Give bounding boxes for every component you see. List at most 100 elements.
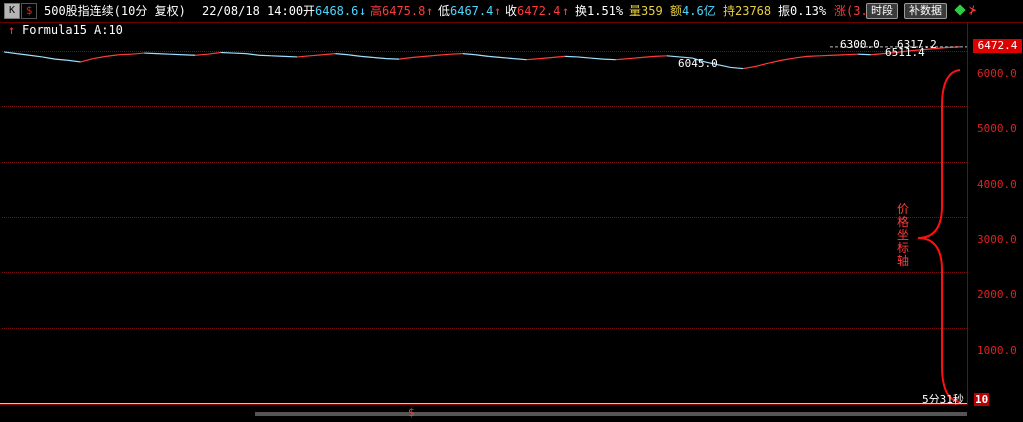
- price-segment: [488, 55, 502, 59]
- price-segment: [322, 53, 336, 56]
- price-segment: [246, 53, 260, 56]
- price-segment: [220, 51, 234, 54]
- price-segment: [207, 51, 221, 55]
- annotation-label: 6511.4: [885, 46, 925, 59]
- dollar-icon[interactable]: $: [408, 406, 415, 419]
- price-segment: [781, 57, 795, 61]
- low-label: 低: [438, 4, 451, 18]
- price-axis[interactable]: [968, 22, 1023, 422]
- price-segment: [755, 62, 769, 67]
- price-segment: [730, 66, 744, 70]
- price-segment: [717, 64, 731, 69]
- price-segment: [450, 53, 463, 55]
- price-segment: [501, 56, 514, 60]
- price-segment: [144, 52, 157, 55]
- price-segment: [654, 55, 667, 57]
- price-segment: [641, 55, 655, 59]
- price-segment: [552, 55, 565, 59]
- price-segment: [513, 57, 527, 61]
- price-segment: [3, 51, 17, 55]
- price-segment: [411, 55, 425, 59]
- price-segment: [845, 53, 859, 56]
- price-segment: [309, 54, 323, 57]
- hold-value: 23768: [735, 4, 772, 18]
- x-axis-line: [0, 403, 967, 404]
- price-segment: [54, 58, 68, 61]
- datetime: 22/08/18 14:00: [202, 4, 304, 18]
- price-segment: [360, 55, 374, 59]
- arrow-up-icon: ↑: [562, 4, 570, 18]
- price-segment: [373, 56, 387, 60]
- price-segment: [590, 57, 604, 60]
- price-chart[interactable]: [0, 22, 967, 404]
- open-value: 6468.6: [315, 4, 359, 18]
- countdown-timer: 5分31秒: [922, 393, 964, 406]
- y-tick-label: 3000.0: [977, 233, 1017, 246]
- change-value: (3.: [846, 4, 868, 18]
- close-value: 6472.4: [517, 4, 561, 18]
- turnover-value: 1.51%: [587, 4, 624, 18]
- y-tick-label: 5000.0: [977, 122, 1017, 135]
- price-segment: [870, 53, 884, 56]
- high-value: 6475.8: [382, 4, 426, 18]
- k-chart-button[interactable]: K: [4, 3, 20, 19]
- amount-value: 4.6亿: [682, 4, 716, 18]
- horizontal-scrollbar[interactable]: [255, 412, 967, 416]
- price-segment: [819, 54, 833, 57]
- amplitude-value: 0.13%: [790, 4, 827, 18]
- y-tick-label: 2000.0: [977, 288, 1017, 301]
- price-segment: [131, 52, 145, 55]
- price-segment: [348, 54, 361, 57]
- close-label: 收: [505, 4, 518, 18]
- settings-icon[interactable]: ⊁: [969, 3, 976, 17]
- price-segment: [386, 57, 400, 60]
- axis-label: 价格坐标轴: [896, 202, 909, 268]
- price-segment: [564, 55, 578, 58]
- price-segment: [16, 53, 30, 56]
- price-segment: [80, 58, 94, 63]
- instrument-title: 500股指连续(10分 复权): [44, 4, 186, 18]
- annotation-label: 6300.0: [840, 38, 880, 51]
- amplitude-label: 振: [778, 4, 791, 18]
- price-segment: [195, 53, 208, 56]
- turnover-label: 换: [575, 4, 588, 18]
- diamond-icon[interactable]: [954, 4, 966, 16]
- price-segment: [628, 56, 642, 60]
- price-segment: [118, 53, 132, 56]
- arrow-up-icon: ↑: [426, 4, 434, 18]
- price-segment: [539, 56, 553, 60]
- volume-label: 量: [629, 4, 642, 18]
- price-segment: [462, 53, 476, 56]
- price-segment: [182, 54, 196, 56]
- open-label: 开: [303, 4, 316, 18]
- price-segment: [424, 54, 438, 57]
- dollar-icon[interactable]: $: [21, 3, 37, 19]
- price-segment: [258, 54, 272, 57]
- price-segment: [93, 55, 107, 60]
- high-label: 高: [370, 4, 383, 18]
- change-label: 涨: [834, 4, 847, 18]
- price-segment: [297, 55, 310, 58]
- price-segment: [858, 53, 871, 56]
- arrow-down-icon: ↓: [359, 4, 367, 18]
- price-segment: [437, 53, 451, 56]
- low-value: 6467.4: [450, 4, 494, 18]
- current-price-tag: 6472.4: [973, 39, 1022, 53]
- fill-data-button[interactable]: 补数据: [904, 3, 947, 19]
- brace-icon: [917, 69, 961, 403]
- price-segment: [335, 53, 349, 56]
- price-segment: [743, 65, 757, 70]
- time-period-button[interactable]: 时段: [866, 3, 898, 19]
- price-segment: [577, 56, 591, 59]
- price-segment: [271, 55, 285, 57]
- bottom-value-tag: 10: [974, 393, 990, 406]
- price-segment: [67, 59, 81, 63]
- price-segment: [526, 57, 540, 61]
- price-segment: [284, 55, 298, 58]
- annotation-label: 6045.0: [678, 57, 718, 70]
- y-tick-label: 6000.0: [977, 67, 1017, 80]
- price-segment: [169, 53, 183, 56]
- price-segment: [399, 56, 412, 60]
- price-segment: [807, 55, 820, 57]
- price-segment: [603, 58, 616, 61]
